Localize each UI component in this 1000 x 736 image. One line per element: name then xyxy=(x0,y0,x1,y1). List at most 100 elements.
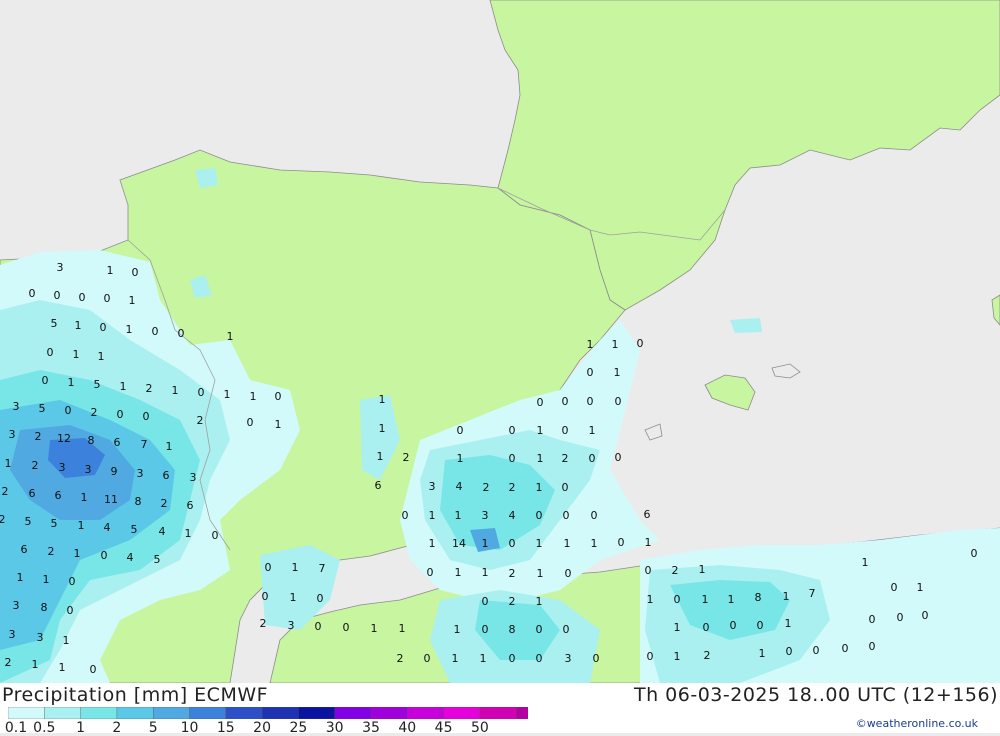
precip-value-label: 0 xyxy=(587,366,594,379)
precip-value-label: 0 xyxy=(565,567,572,580)
precip-value-label: 0 xyxy=(509,652,516,665)
precip-value-label: 6 xyxy=(163,469,170,482)
scale-swatch xyxy=(152,707,191,719)
precip-value-label: 2 xyxy=(5,656,12,669)
precip-value-label: 0 xyxy=(869,640,876,653)
precip-value-label: 0 xyxy=(842,642,849,655)
precip-value-label: 0 xyxy=(143,410,150,423)
precip-value-label: 0 xyxy=(132,266,139,279)
scale-tick-label: 25 xyxy=(289,720,308,736)
precip-value-label: 3 xyxy=(59,461,66,474)
credit-link[interactable]: ©weatheronline.co.uk xyxy=(856,717,978,730)
precip-value-label: 1 xyxy=(454,623,461,636)
precip-value-label: 3 xyxy=(9,628,16,641)
precip-value-label: 1 xyxy=(564,537,571,550)
island-ibiza xyxy=(644,423,663,441)
precip-value-label: 1 xyxy=(536,595,543,608)
precip-value-label: 2 xyxy=(161,497,168,510)
scale-swatch xyxy=(298,707,336,719)
precip-value-label: 4 xyxy=(456,480,463,493)
precip-value-label: 3 xyxy=(137,467,144,480)
precip-value-label: 3 xyxy=(288,619,295,632)
precipitation-map: 3 1 00 0 0 0 15 1 0 1 0 0 10 1 10 1 5 1 2 1 0 1 1 02 0 13 5 0 2 0 03 2 1… xyxy=(0,0,1000,683)
scale-tick-label: 50 xyxy=(470,720,489,736)
precip-value-label: 2 xyxy=(704,649,711,662)
precip-value-label: 8 xyxy=(41,601,48,614)
precip-value-label: 6 xyxy=(114,436,121,449)
precip-value-label: 0 xyxy=(275,390,282,403)
precip-value-label: 1 xyxy=(587,338,594,351)
precip-value-label: 4 xyxy=(104,521,111,534)
precip-value-label: 2 xyxy=(403,451,410,464)
precip-value-label: 0 xyxy=(509,537,516,550)
precip-value-label: 1 xyxy=(785,617,792,630)
scale-swatch xyxy=(116,707,154,719)
precip-value-label: 8 xyxy=(509,623,516,636)
precip-value-label: 0 xyxy=(29,287,36,300)
precip-value-label: 0 xyxy=(54,289,61,302)
precip-value-label: 0 xyxy=(265,561,272,574)
precip-value-label: 1 xyxy=(74,547,81,560)
precip-value-label: 4 xyxy=(509,509,516,522)
precip-value-label: 0 xyxy=(212,529,219,542)
precip-value-label: 0 xyxy=(703,621,710,634)
island-menorca xyxy=(771,363,801,379)
precip-value-label: 11 xyxy=(104,493,118,506)
precip-value-label: 3 xyxy=(482,509,489,522)
precip-value-label: 0 xyxy=(891,581,898,594)
precip-value-label: 0 xyxy=(67,604,74,617)
precip-value-label: 2 xyxy=(146,382,153,395)
precip-value-label: 1 xyxy=(591,537,598,550)
precip-value-label: 1 xyxy=(917,581,924,594)
precip-value-label: 0 xyxy=(262,590,269,603)
precip-value-label: 1 xyxy=(371,622,378,635)
color-scale xyxy=(8,707,528,719)
precip-value-label: 1 xyxy=(674,621,681,634)
precip-value-label: 4 xyxy=(127,551,134,564)
precip-value-label: 1 xyxy=(166,440,173,453)
precip-value-label: 1 xyxy=(75,319,82,332)
precip-value-label: 0 xyxy=(178,327,185,340)
precip-value-label: 0 xyxy=(315,620,322,633)
precip-value-label: 0 xyxy=(813,644,820,657)
precip-value-label: 1 xyxy=(377,450,384,463)
precip-value-label: 1 xyxy=(227,330,234,343)
precip-value-label: 1 xyxy=(120,380,127,393)
scale-tick-label: 10 xyxy=(180,720,199,736)
precip-value-label: 0 xyxy=(922,609,929,622)
precip-value-label: 1 xyxy=(5,457,12,470)
precip-value-label: 9 xyxy=(111,465,118,478)
precip-value-label: 0 xyxy=(100,321,107,334)
precip-value-label: 6 xyxy=(375,479,382,492)
precip-value-label: 1 xyxy=(185,527,192,540)
precip-value-label: 8 xyxy=(88,434,95,447)
precip-value-label: 0 xyxy=(645,564,652,577)
precip-value-label: 1 xyxy=(78,519,85,532)
precip-value-label: 2 xyxy=(509,481,516,494)
precip-value-label: 7 xyxy=(809,587,816,600)
scale-tick-label: 20 xyxy=(253,720,272,736)
scale-tick-label: 30 xyxy=(325,720,344,736)
precip-value-label: 6 xyxy=(644,508,651,521)
scale-swatch xyxy=(370,707,408,719)
precip-value-label: 1 xyxy=(429,509,436,522)
precip-value-label: 0 xyxy=(563,509,570,522)
precip-value-label: 1 xyxy=(645,536,652,549)
precip-value-label: 0 xyxy=(757,619,764,632)
precip-value-label: 0 xyxy=(536,509,543,522)
precip-value-label: 0 xyxy=(562,481,569,494)
precip-value-label: 0 xyxy=(104,292,111,305)
precip-value-label: 8 xyxy=(755,591,762,604)
precip-value-label: 0 xyxy=(536,652,543,665)
precip-value-label: 5 xyxy=(94,378,101,391)
legend-bar: Precipitation [mm] ECMWF Th 06-03-2025 1… xyxy=(0,683,1000,736)
precip-value-label: 1 xyxy=(172,384,179,397)
precip-value-label: 2 xyxy=(509,595,516,608)
precip-value-label: 0 xyxy=(971,547,978,560)
precip-value-label: 1 xyxy=(292,561,299,574)
precip-value-label: 0 xyxy=(536,623,543,636)
precip-value-label: 2 xyxy=(197,414,204,427)
precip-value-label: 5 xyxy=(131,523,138,536)
precip-value-label: 0 xyxy=(509,452,516,465)
scale-swatch xyxy=(261,707,300,719)
